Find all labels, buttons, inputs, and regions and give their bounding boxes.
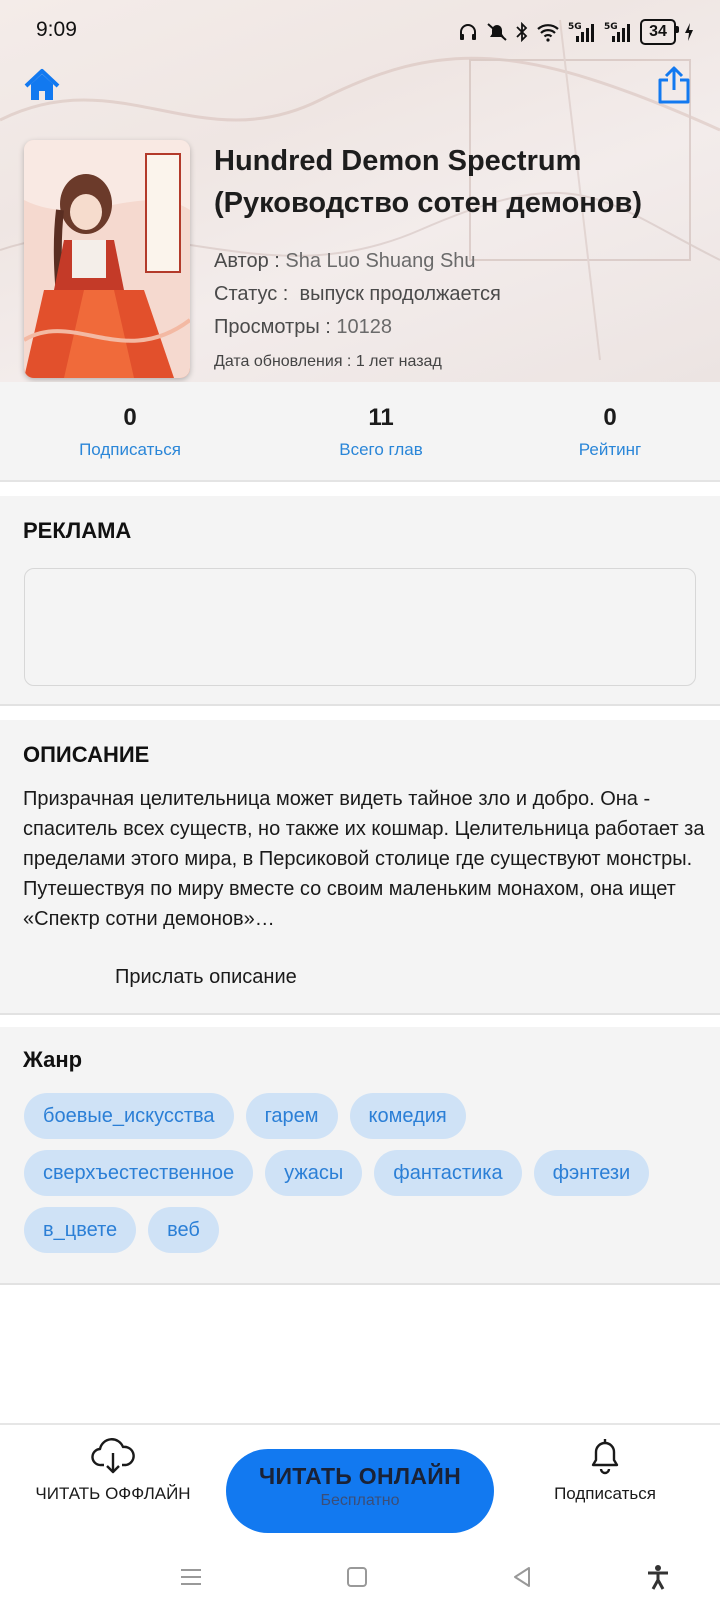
cover-artwork xyxy=(24,140,190,378)
status-bar: 9:09 5G 5G 34 xyxy=(0,0,720,62)
read-online-label: ЧИТАТЬ ОНЛАЙН xyxy=(258,1463,462,1489)
author-value[interactable]: Sha Luo Shuang Shu xyxy=(285,250,475,272)
subscribe-label: Подписаться xyxy=(554,1484,656,1503)
views-label: Просмотры : xyxy=(214,316,331,338)
back-icon[interactable] xyxy=(508,1563,536,1591)
stats-bar: 0 Подписаться 11 Всего глав 0 Рейтинг xyxy=(0,382,720,482)
genre-chip[interactable]: комедия xyxy=(349,1093,466,1139)
headphones-icon xyxy=(458,19,478,45)
mute-icon xyxy=(486,19,508,45)
book-header: 9:09 5G 5G 34 Hundred Demon Spectrum (Ру… xyxy=(0,0,720,382)
status-value: выпуск продолжается xyxy=(299,283,501,305)
home-icon[interactable] xyxy=(22,66,62,106)
author-row: Автор : Sha Luo Shuang Shu xyxy=(214,250,476,273)
system-nav-bar xyxy=(0,1543,720,1612)
genre-section: Жанр боевые_искусства гарем комедия свер… xyxy=(0,1027,720,1285)
genre-chip[interactable]: сверхъестественное xyxy=(24,1150,254,1196)
genre-chip[interactable]: веб xyxy=(148,1207,219,1253)
ad-section: РЕКЛАМА xyxy=(0,496,720,706)
wifi-icon xyxy=(536,19,560,45)
genre-chip[interactable]: фантастика xyxy=(374,1150,522,1196)
stat-value: 0 xyxy=(603,404,617,431)
genre-chip[interactable]: гарем xyxy=(245,1093,338,1139)
ad-title: РЕКЛАМА xyxy=(23,518,132,543)
read-offline-button[interactable]: ЧИТАТЬ ОФФЛАЙН xyxy=(28,1435,198,1504)
status-row: Статус : выпуск продолжается xyxy=(214,283,501,306)
stat-value: 0 xyxy=(123,404,137,431)
genre-list: боевые_искусства гарем комедия сверхъест… xyxy=(24,1093,704,1253)
stat-subscribers[interactable]: 0 Подписаться xyxy=(30,404,230,460)
cloud-download-icon xyxy=(91,1438,135,1474)
stat-rating[interactable]: 0 Рейтинг xyxy=(510,404,710,460)
description-title: ОПИСАНИЕ xyxy=(23,742,150,767)
submit-description-link[interactable]: Прислать описание xyxy=(115,966,297,989)
updated-label: Дата обновления : xyxy=(214,353,352,370)
genre-chip[interactable]: ужасы xyxy=(265,1150,363,1196)
bell-icon xyxy=(591,1439,619,1475)
views-value: 10128 xyxy=(336,316,393,338)
signal-5g-icon: 5G xyxy=(568,19,596,45)
ad-placeholder[interactable] xyxy=(24,568,696,686)
status-icons: 5G 5G 34 xyxy=(458,18,694,46)
views-row: Просмотры : 10128 xyxy=(214,316,392,339)
book-title: Hundred Demon Spectrum (Руководство соте… xyxy=(214,145,643,219)
updated-row: Дата обновления : 1 лет назад xyxy=(214,353,442,371)
read-online-sublabel: Бесплатно xyxy=(320,1492,400,1509)
battery-icon: 34 xyxy=(640,19,679,45)
bottom-action-bar: ЧИТАТЬ ОФФЛАЙН ЧИТАТЬ ОНЛАЙН Бесплатно П… xyxy=(0,1423,720,1543)
genre-chip[interactable]: боевые_искусства xyxy=(24,1093,234,1139)
status-label: Статус : xyxy=(214,283,289,305)
stat-value: 11 xyxy=(368,404,394,431)
svg-text:5G: 5G xyxy=(604,22,618,32)
charging-icon xyxy=(684,19,694,45)
home-square-icon[interactable] xyxy=(343,1563,371,1591)
description-section: ОПИСАНИЕ Призрачная целительница может в… xyxy=(0,720,720,1015)
bluetooth-icon xyxy=(516,19,528,45)
stat-chapters[interactable]: 11 Всего глав xyxy=(281,404,481,460)
genre-chip[interactable]: фэнтези xyxy=(533,1150,650,1196)
author-label: Автор : xyxy=(214,250,280,272)
genre-chip[interactable]: в_цвете xyxy=(24,1207,137,1253)
signal-5g-icon-2: 5G xyxy=(604,19,632,45)
read-online-button[interactable]: ЧИТАТЬ ОНЛАЙН Бесплатно xyxy=(226,1449,494,1533)
share-icon[interactable] xyxy=(656,64,692,106)
genre-title: Жанр xyxy=(23,1047,83,1072)
stat-label: Подписаться xyxy=(79,440,181,459)
svg-text:5G: 5G xyxy=(568,22,582,32)
menu-icon[interactable] xyxy=(177,1563,205,1591)
subscribe-button[interactable]: Подписаться xyxy=(530,1435,680,1504)
book-cover[interactable] xyxy=(24,140,190,378)
read-offline-label: ЧИТАТЬ ОФФЛАЙН xyxy=(35,1484,191,1503)
stat-label: Рейтинг xyxy=(578,440,642,459)
updated-value: 1 лет назад xyxy=(355,353,442,370)
stat-label: Всего глав xyxy=(339,440,423,459)
description-text[interactable]: Призрачная целительница может видеть тай… xyxy=(23,784,705,934)
status-time: 9:09 xyxy=(36,18,77,41)
accessibility-icon[interactable] xyxy=(644,1563,672,1591)
